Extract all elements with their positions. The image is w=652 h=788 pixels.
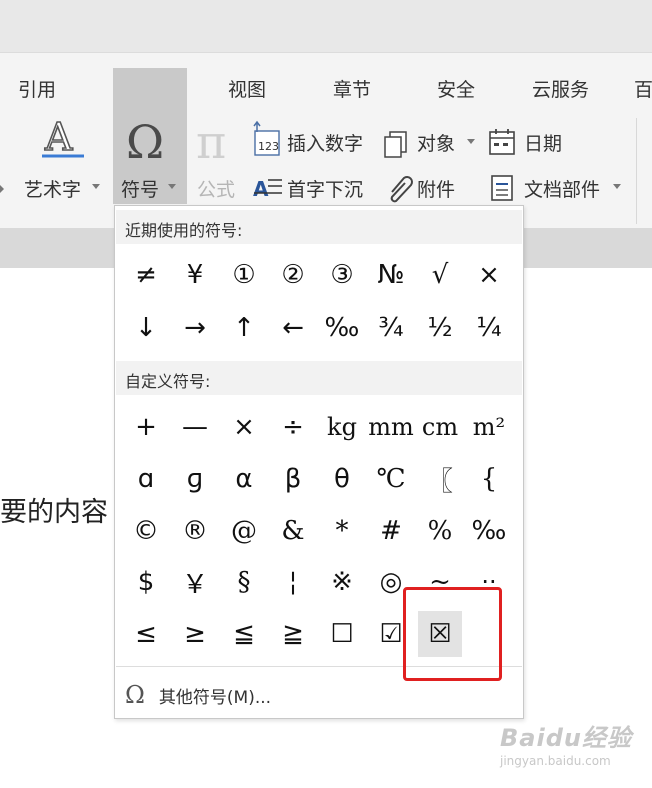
custom-symbols-header: 自定义符号: — [116, 361, 522, 395]
drop-cap-icon: A — [253, 177, 282, 201]
custom-symbol-cell[interactable]: β — [271, 456, 315, 502]
custom-symbol-cell[interactable]: © — [124, 508, 168, 554]
recent-symbol-cell[interactable]: ¾ — [369, 305, 413, 351]
recent-symbol-cell[interactable]: ½ — [418, 305, 462, 351]
recent-symbol-cell[interactable]: ¼ — [467, 305, 511, 351]
custom-symbol-cell[interactable]: ≦ — [222, 611, 266, 657]
custom-symbol-cell[interactable]: ℃ — [369, 456, 413, 502]
custom-symbol-cell[interactable]: @ — [222, 508, 266, 554]
recent-symbol-cell[interactable]: ≠ — [124, 252, 168, 298]
symbol-label[interactable]: 符号 — [121, 175, 159, 202]
custom-symbol-cell[interactable]: mm — [368, 404, 414, 450]
custom-symbol-cell[interactable]: # — [369, 508, 413, 554]
recent-symbol-cell[interactable]: ③ — [320, 252, 364, 298]
object-button[interactable]: 对象 — [417, 129, 455, 156]
app-window: { "ribbon": { "tabs": ["引用", "审阅", "视图",… — [0, 0, 652, 788]
recent-symbol-cell[interactable]: × — [467, 252, 511, 298]
custom-symbol-cell[interactable]: ® — [173, 508, 217, 554]
highlight-box — [403, 587, 502, 681]
custom-symbol-cell[interactable]: $ — [124, 559, 168, 605]
custom-symbol-cell[interactable]: + — [124, 404, 168, 450]
object-caret-icon[interactable] — [467, 139, 475, 144]
omega-icon: Ω — [125, 681, 145, 709]
formula-label: 公式 — [197, 179, 236, 201]
doc-parts-icon — [491, 175, 513, 201]
object-icon — [384, 131, 407, 158]
custom-symbol-cell[interactable]: * — [320, 508, 364, 554]
attachment-icon — [390, 176, 413, 203]
recent-symbol-cell[interactable]: ¥ — [173, 252, 217, 298]
custom-symbol-cell[interactable]: & — [271, 508, 315, 554]
insert-number-icon: 123 — [253, 120, 280, 156]
date-button[interactable]: 日期 — [524, 129, 562, 156]
recent-symbol-cell[interactable]: ↑ — [222, 305, 266, 351]
custom-symbol-cell[interactable]: ￥ — [173, 559, 217, 605]
recent-symbol-cell[interactable]: ← — [271, 305, 315, 351]
custom-symbol-cell[interactable]: ☐ — [320, 611, 364, 657]
custom-symbol-cell[interactable]: ≤ — [124, 611, 168, 657]
recent-symbol-cell[interactable]: ② — [271, 252, 315, 298]
custom-symbol-cell[interactable]: m² — [467, 404, 511, 450]
watermark: Baidu经验 jingyan.baidu.com — [500, 718, 640, 778]
custom-symbol-cell[interactable]: ※ — [320, 559, 364, 605]
recent-symbol-cell[interactable]: √ — [418, 252, 462, 298]
drop-cap-button[interactable]: 首字下沉 — [287, 175, 363, 202]
doc-parts-button[interactable]: 文档部件 — [524, 175, 600, 202]
more-symbols-label: 其他符号(M)... — [158, 687, 272, 708]
custom-symbol-cell[interactable]: θ — [320, 456, 364, 502]
custom-symbol-cell[interactable]: 〖 — [418, 456, 462, 502]
title-bar — [0, 0, 652, 52]
watermark-brand: Baidu经验 — [500, 724, 632, 752]
custom-symbol-cell[interactable]: ‰ — [467, 508, 511, 554]
watermark-url: jingyan.baidu.com — [500, 754, 611, 768]
recent-symbol-cell[interactable]: ↓ — [124, 305, 168, 351]
custom-symbol-cell[interactable]: — — [173, 404, 217, 450]
custom-symbol-cell[interactable]: ɑ — [124, 456, 168, 502]
custom-symbol-cell[interactable]: ɡ — [173, 456, 217, 502]
custom-symbol-cell[interactable]: ≥ — [173, 611, 217, 657]
custom-symbol-cell[interactable]: ÷ — [271, 404, 315, 450]
wordart-caret-icon[interactable] — [92, 184, 100, 189]
svg-text:A: A — [253, 177, 269, 201]
doc-parts-caret-icon[interactable] — [613, 184, 621, 189]
custom-symbol-cell[interactable]: % — [418, 508, 462, 554]
insert-number-button[interactable]: 插入数字 — [287, 129, 363, 156]
recent-symbols-header: 近期使用的符号: — [116, 210, 522, 244]
recent-symbols-title: 近期使用的符号: — [125, 221, 243, 240]
omega-icon: Ω — [126, 115, 164, 169]
wordart-icon: A — [42, 114, 84, 160]
svg-text:A: A — [44, 115, 73, 159]
custom-symbol-cell[interactable]: × — [222, 404, 266, 450]
wordart-label[interactable]: 艺术字 — [24, 175, 81, 202]
custom-symbol-cell[interactable]: kg — [320, 404, 364, 450]
pi-icon: π — [196, 115, 226, 169]
custom-symbol-cell[interactable]: ¦ — [271, 559, 315, 605]
custom-symbol-cell[interactable]: α — [222, 456, 266, 502]
more-symbols-button[interactable]: Ω 其他符号(M)... — [125, 680, 271, 710]
svg-text:123: 123 — [258, 140, 279, 153]
custom-symbol-cell[interactable]: § — [222, 559, 266, 605]
document-text: 要的内容 — [0, 497, 108, 528]
calendar-icon — [489, 129, 515, 155]
recent-symbol-cell[interactable]: ‰ — [320, 305, 364, 351]
symbol-caret-icon[interactable] — [168, 184, 176, 189]
recent-symbol-cell[interactable]: ① — [222, 252, 266, 298]
recent-symbol-cell[interactable]: → — [173, 305, 217, 351]
custom-symbol-cell[interactable]: cm — [418, 404, 462, 450]
custom-symbol-cell[interactable]: ≧ — [271, 611, 315, 657]
recent-symbol-cell[interactable]: № — [369, 252, 413, 298]
attachment-button[interactable]: 附件 — [417, 175, 455, 202]
custom-symbols-title: 自定义符号: — [125, 372, 211, 391]
custom-symbol-cell[interactable]: { — [467, 456, 511, 502]
